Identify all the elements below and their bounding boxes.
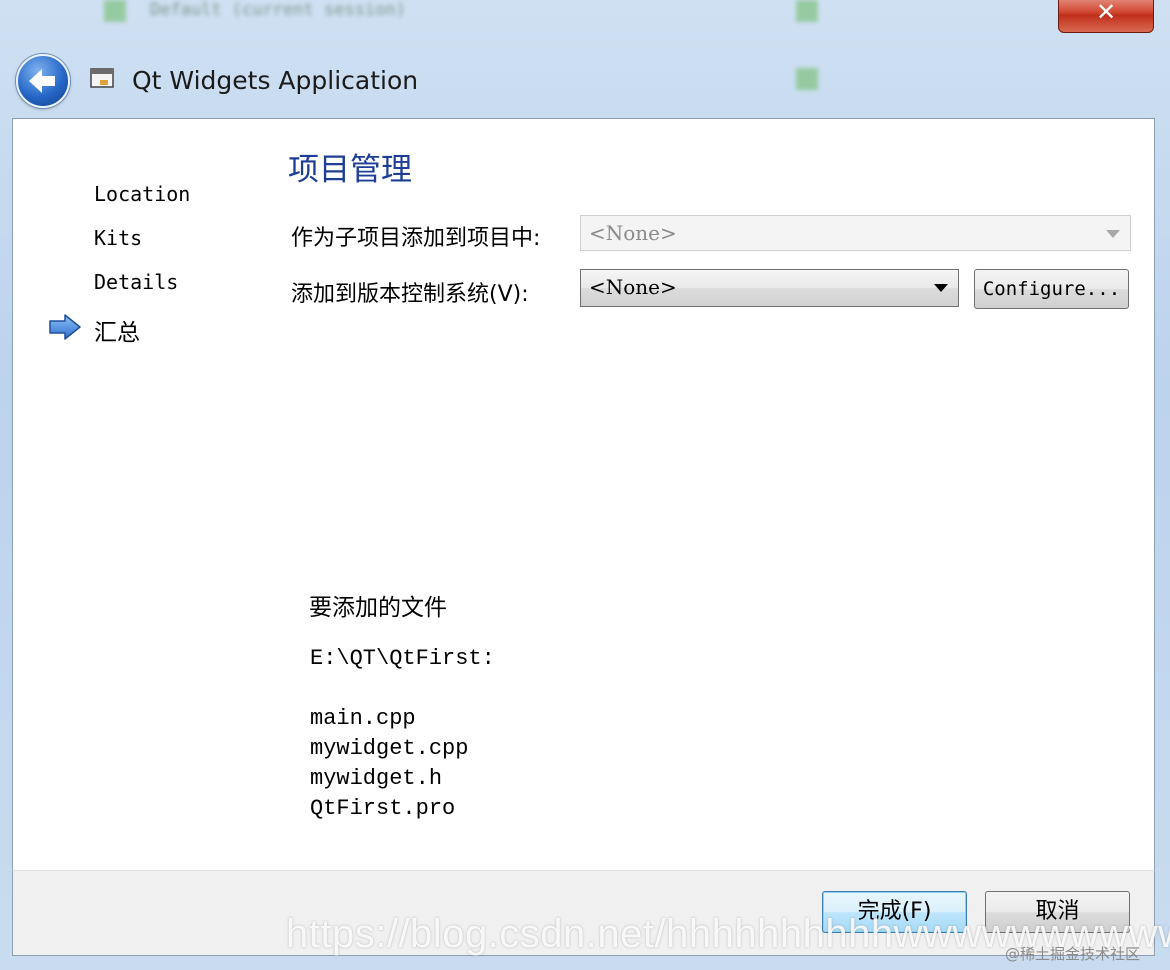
sidebar-item-summary: 汇总 xyxy=(94,320,140,346)
files-directory: E:\QT\QtFirst: xyxy=(310,646,495,671)
vcs-select[interactable]: <None> xyxy=(580,269,959,307)
file-item: mywidget.cpp xyxy=(310,736,469,761)
configure-button[interactable]: Configure... xyxy=(974,269,1129,309)
vcs-label: 添加到版本控制系统(V): xyxy=(291,282,529,307)
vcs-value: <None> xyxy=(589,275,677,299)
add-subproject-value: <None> xyxy=(589,221,677,245)
community-watermark: @稀土掘金技术社区 xyxy=(1005,945,1141,963)
file-item: main.cpp xyxy=(310,706,416,731)
sidebar-item-location: Location xyxy=(94,182,191,206)
back-button[interactable] xyxy=(16,54,70,108)
chevron-down-icon xyxy=(934,284,948,292)
add-subproject-label: 作为子项目添加到项目中: xyxy=(291,226,541,251)
chevron-down-icon xyxy=(1106,230,1120,238)
right-arrow-icon xyxy=(49,314,81,340)
file-item: QtFirst.pro xyxy=(310,796,456,821)
add-subproject-select: <None> xyxy=(580,215,1131,251)
sidebar-item-details: Details xyxy=(94,270,179,294)
app-window-icon xyxy=(90,68,114,88)
file-item: mywidget.h xyxy=(310,766,443,791)
back-arrow-icon xyxy=(29,69,55,93)
close-button[interactable]: ✕ xyxy=(1058,0,1154,33)
close-icon: ✕ xyxy=(1095,0,1117,26)
wizard-window: ✕ Qt Widgets Application Location Kits D… xyxy=(0,0,1170,970)
page-title: 项目管理 xyxy=(288,152,412,188)
window-title: Qt Widgets Application xyxy=(132,66,419,95)
sidebar-item-kits: Kits xyxy=(94,226,143,250)
files-heading: 要添加的文件 xyxy=(309,595,447,621)
